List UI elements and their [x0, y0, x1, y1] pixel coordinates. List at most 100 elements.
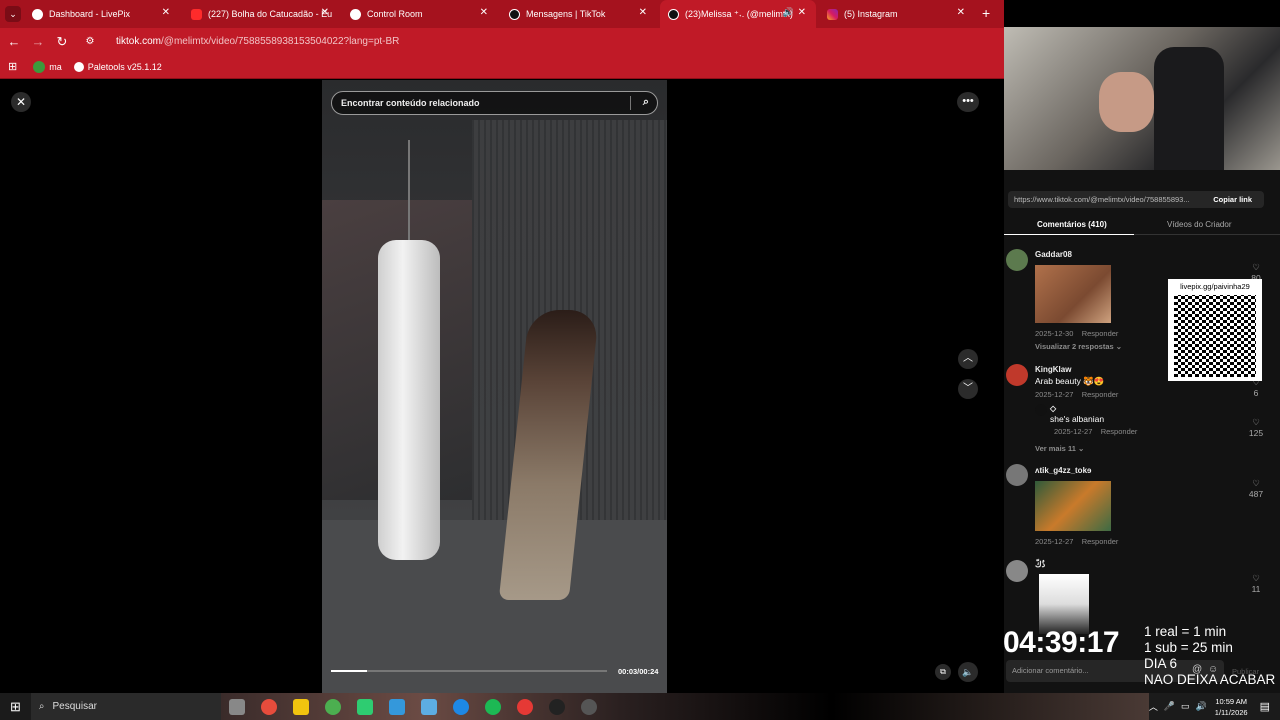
heart-icon: ♡ — [1252, 417, 1260, 427]
site-settings-icon[interactable]: ⚙ — [78, 36, 102, 47]
tab-control-room[interactable]: Control Room ✕ — [342, 0, 498, 28]
search-input[interactable]: Encontrar conteúdo relacionado — [341, 98, 480, 108]
tab-title: Mensagens | TikTok — [526, 9, 606, 19]
like-count[interactable]: ♡ 11 — [1246, 573, 1266, 594]
speaker-icon[interactable]: 🔊 — [783, 7, 794, 18]
obs-icon[interactable] — [548, 698, 565, 715]
related-search-bar[interactable]: Encontrar conteúdo relacionado ⌕ — [331, 91, 658, 115]
comment-date: 2025-12-27 — [1054, 427, 1093, 436]
comment-image[interactable] — [1035, 265, 1111, 323]
taskbar-apps — [220, 693, 621, 720]
app-icon[interactable] — [260, 698, 277, 715]
forward-icon[interactable]: → — [26, 34, 50, 49]
like-count[interactable]: ♡ 125 — [1246, 417, 1266, 438]
store-icon[interactable] — [388, 698, 405, 715]
close-icon[interactable]: ✕ — [321, 7, 329, 18]
comment-image[interactable] — [1035, 481, 1111, 531]
file-explorer-icon[interactable] — [292, 698, 309, 715]
url-field[interactable]: tiktok.com/@melimtx/video/75885589381535… — [116, 36, 399, 47]
close-icon[interactable]: ✕ — [798, 7, 806, 18]
app-icon[interactable] — [356, 698, 373, 715]
app-icon[interactable] — [580, 698, 597, 715]
comment-username[interactable]: ʌtik_g4zz_tokɘ — [1035, 466, 1118, 475]
reload-icon[interactable]: ↻ — [50, 34, 74, 50]
taskbar-search[interactable]: ⌕ Pesquisar — [30, 693, 221, 720]
next-video-button[interactable]: ﹀ — [958, 379, 978, 399]
close-icon[interactable]: ✕ — [162, 7, 170, 18]
like-number: 6 — [1253, 388, 1259, 398]
more-options-icon[interactable]: ••• — [957, 92, 979, 112]
bookmark-paletools[interactable]: Paletools v25.1.12 — [88, 62, 162, 72]
app-icon[interactable] — [420, 698, 437, 715]
tab-comments[interactable]: Comentários (410) — [1037, 220, 1107, 229]
close-icon[interactable]: ✕ — [480, 7, 488, 18]
comment-username[interactable]: KingKlaw — [1035, 365, 1118, 374]
mic-icon[interactable]: 🎤 — [1164, 701, 1175, 712]
bookmark-ma[interactable]: ma — [49, 62, 62, 72]
avatar[interactable] — [1006, 249, 1028, 271]
tab-youtube[interactable]: (227) Bolha do Catucadão - Eu ✕ — [183, 0, 339, 28]
taskbar-background — [620, 693, 1149, 720]
progress-track[interactable] — [331, 670, 607, 672]
network-icon[interactable]: ▭ — [1181, 701, 1190, 712]
reply-button[interactable]: Responder — [1082, 329, 1119, 338]
notification-icon[interactable]: ▤ — [1260, 700, 1270, 713]
tab-tiktok-video[interactable]: (23)Melissa ⁺˖. (@melimtx) 🔊 ✕ — [660, 0, 816, 28]
reply-button[interactable]: Responder — [1101, 427, 1138, 436]
reply-button[interactable]: Responder — [1082, 390, 1119, 399]
back-icon[interactable]: ← — [2, 34, 26, 49]
new-tab-button[interactable]: + — [982, 5, 990, 21]
like-count[interactable]: ♡ 487 — [1246, 478, 1266, 499]
chevron-down-icon: ⌄ — [1115, 342, 1123, 351]
comment: ʌtik_g4zz_tokɘ 2025-12-27 Responder — [1035, 466, 1118, 546]
webcam-feed — [1004, 27, 1280, 172]
like-number: 487 — [1248, 489, 1264, 499]
comment-username[interactable]: ذُكّ — [1035, 560, 1089, 569]
comment-date: 2025-12-27 — [1035, 537, 1074, 546]
copy-link-button[interactable]: Copiar link — [1213, 195, 1252, 204]
task-view-icon[interactable] — [228, 698, 245, 715]
close-icon[interactable]: ✕ — [957, 7, 965, 18]
tab-tiktok-messages[interactable]: Mensagens | TikTok ✕ — [501, 0, 657, 28]
close-video-button[interactable]: ✕ — [11, 92, 31, 112]
pip-icon[interactable]: ⧉ — [935, 664, 951, 680]
avatar[interactable] — [1006, 364, 1028, 386]
tab-search-button[interactable]: ⌄ — [5, 6, 21, 22]
stream-rule-line: 1 sub = 25 min — [1144, 640, 1233, 655]
youtube-icon — [191, 8, 202, 20]
avatar[interactable] — [1006, 464, 1028, 486]
windows-start-icon[interactable]: ⊞ — [10, 699, 21, 715]
comment-username[interactable]: ◇ — [1050, 404, 1137, 413]
heart-icon: ♡ — [1252, 262, 1260, 272]
tab-instagram[interactable]: (5) Instagram ✕ — [819, 0, 975, 28]
tab-title: (5) Instagram — [844, 9, 898, 19]
previous-video-button[interactable]: ︿ — [958, 349, 978, 369]
reply-button[interactable]: Responder — [1082, 537, 1119, 546]
tab-livepix[interactable]: Dashboard - LivePix ✕ — [24, 0, 180, 28]
chrome-icon[interactable] — [324, 698, 341, 715]
heart-icon: ♡ — [1252, 478, 1260, 488]
avatar[interactable] — [1006, 560, 1028, 582]
system-clock[interactable]: 10:59 AM 1/11/2026 — [1215, 696, 1248, 718]
volume-icon[interactable]: 🔈 — [958, 662, 978, 682]
volume-icon[interactable]: 🔊 — [1196, 701, 1207, 712]
comment-username[interactable]: Gaddar08 — [1035, 250, 1122, 259]
tab-creator-videos[interactable]: Vídeos do Criador — [1167, 220, 1231, 229]
address-bar-row: ← → ↻ ⚙ tiktok.com/@melimtx/video/758855… — [0, 28, 1004, 55]
tiktok-icon — [509, 8, 520, 20]
avatar[interactable] — [1035, 404, 1047, 416]
video-player[interactable] — [322, 80, 667, 693]
chrome-icon[interactable] — [516, 698, 533, 715]
paletools-icon — [73, 61, 84, 72]
comment-image[interactable] — [1039, 574, 1089, 634]
chevron-down-icon: ⌄ — [1077, 444, 1085, 453]
apps-grid-icon[interactable]: ⊞ — [8, 60, 17, 73]
view-more-button[interactable]: Ver mais 11 ⌄ — [1035, 444, 1084, 453]
search-icon[interactable]: ⌕ — [643, 96, 649, 109]
view-replies-button[interactable]: Visualizar 2 respostas ⌄ — [1035, 342, 1122, 351]
tray-chevron-icon[interactable]: ︿ — [1149, 700, 1158, 713]
edge-icon[interactable] — [452, 698, 469, 715]
video-time: 00:03/00:24 — [618, 667, 659, 676]
close-icon[interactable]: ✕ — [639, 7, 647, 18]
spotify-icon[interactable] — [484, 698, 501, 715]
